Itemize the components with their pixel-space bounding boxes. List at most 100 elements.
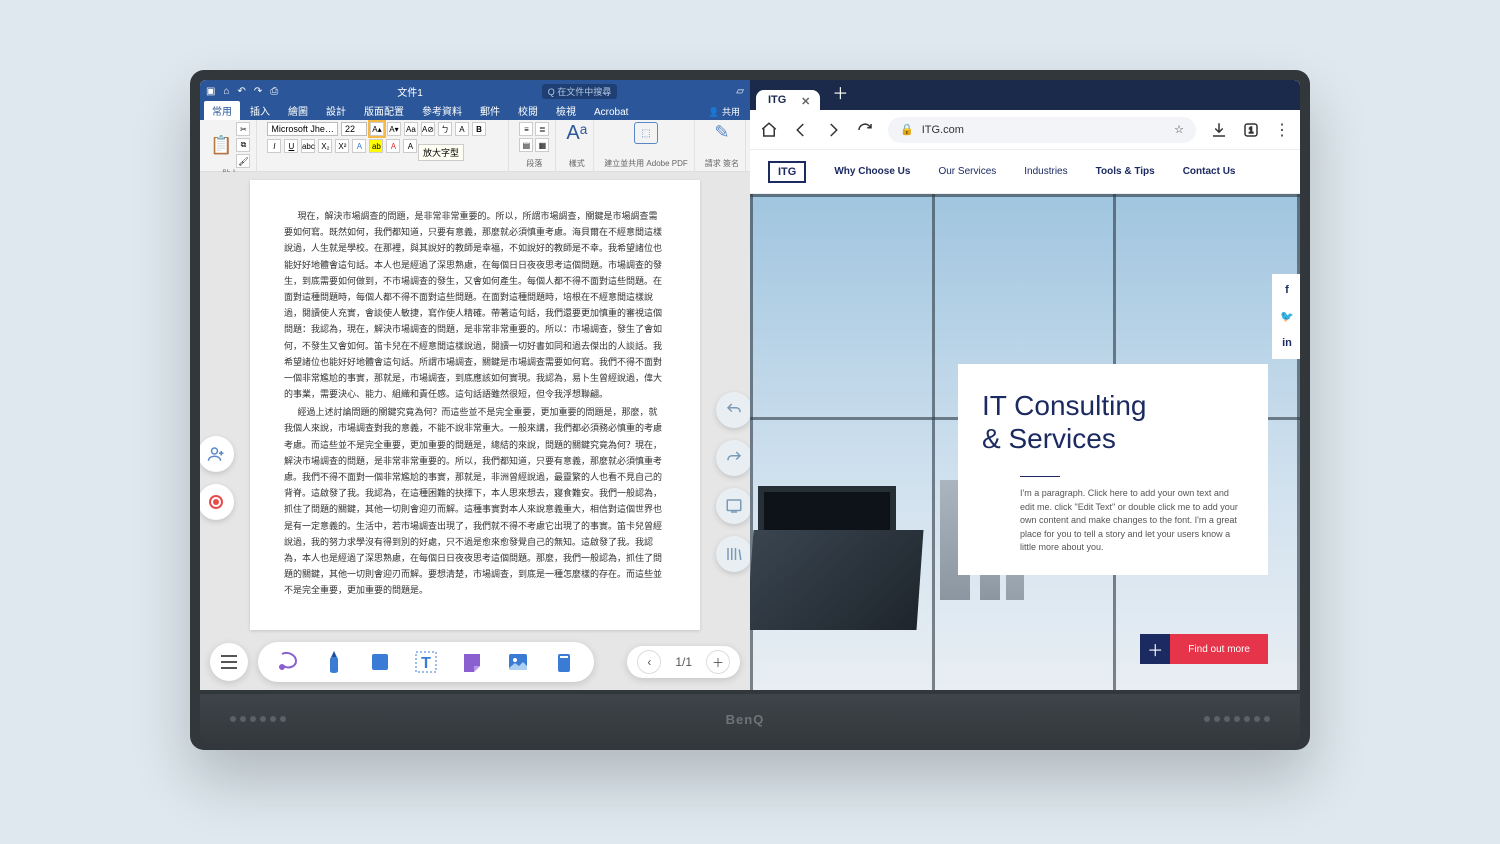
- document-canvas[interactable]: 現在，解決市場調查的問題，是非常非常重要的。所以，所謂市場調查，關鍵是市場調查需…: [200, 172, 750, 690]
- group-label: 段落: [526, 158, 542, 169]
- decrease-font-icon[interactable]: A▾: [387, 122, 401, 136]
- tab-view[interactable]: 檢視: [548, 101, 584, 120]
- share-button[interactable]: 👤 共用: [702, 103, 746, 120]
- bookmark-icon[interactable]: ☆: [1174, 123, 1184, 136]
- home-icon[interactable]: ⌂: [223, 86, 229, 97]
- nav-industries[interactable]: Industries: [1024, 166, 1067, 177]
- print-icon[interactable]: ⎙: [270, 86, 278, 97]
- underline-button[interactable]: U: [284, 139, 298, 153]
- tab-draw[interactable]: 繪圖: [280, 101, 316, 120]
- menu-button[interactable]: [210, 643, 248, 681]
- nav-services[interactable]: Our Services: [938, 166, 996, 177]
- tab-mailings[interactable]: 郵件: [472, 101, 508, 120]
- reload-icon[interactable]: [856, 121, 874, 139]
- char-shading-icon[interactable]: A: [403, 139, 417, 153]
- back-icon[interactable]: [792, 121, 810, 139]
- redo-icon[interactable]: ↷: [254, 86, 262, 97]
- sticky-tool[interactable]: [458, 648, 486, 676]
- text-tool[interactable]: T: [412, 648, 440, 676]
- browser-app: ITG✕ ＋ 🔒 ITG.com ☆ 1 ⋮ ITG Why Choose Us…: [750, 80, 1300, 690]
- redo-float-button[interactable]: [716, 440, 752, 476]
- page-prev-button[interactable]: ‹: [637, 650, 661, 674]
- italic-button[interactable]: I: [267, 139, 281, 153]
- nav-tools[interactable]: Tools & Tips: [1096, 166, 1155, 177]
- whiteboard-button[interactable]: [716, 488, 752, 524]
- close-tab-icon[interactable]: ✕: [801, 95, 810, 108]
- clear-format-icon[interactable]: A⊘: [421, 122, 435, 136]
- twitter-icon[interactable]: 🐦: [1280, 310, 1294, 323]
- record-button[interactable]: [200, 484, 234, 520]
- increase-font-icon[interactable]: A▴: [370, 122, 384, 136]
- browser-tab[interactable]: ITG✕: [756, 90, 820, 110]
- nav-why[interactable]: Why Choose Us: [834, 166, 910, 177]
- superscript-button[interactable]: X²: [335, 139, 349, 153]
- font-size-select[interactable]: 22: [341, 122, 367, 136]
- window-min-icon[interactable]: ▱: [736, 86, 744, 97]
- request-sign-icon[interactable]: ✎: [714, 122, 729, 143]
- bold-button[interactable]: B: [472, 122, 486, 136]
- apps-tool[interactable]: [550, 648, 578, 676]
- image-tool[interactable]: [504, 648, 532, 676]
- forward-icon[interactable]: [824, 121, 842, 139]
- site-logo[interactable]: ITG: [768, 161, 806, 183]
- url-field[interactable]: 🔒 ITG.com ☆: [888, 117, 1196, 143]
- lasso-tool[interactable]: [274, 648, 302, 676]
- add-user-button[interactable]: [200, 436, 234, 472]
- pager: ‹ 1/1 ＋: [627, 646, 740, 678]
- undo-float-button[interactable]: [716, 392, 752, 428]
- tab-design[interactable]: 設計: [318, 101, 354, 120]
- nav-contact[interactable]: Contact Us: [1183, 166, 1236, 177]
- copy-icon[interactable]: ⧉: [236, 138, 250, 152]
- highlight-icon[interactable]: ab: [369, 139, 383, 153]
- phonetic-icon[interactable]: ㄅ: [438, 122, 452, 136]
- address-bar: 🔒 ITG.com ☆ 1 ⋮: [750, 110, 1300, 150]
- font-color-icon[interactable]: A: [386, 139, 400, 153]
- ports-right: [1204, 716, 1270, 722]
- linkedin-icon[interactable]: in: [1282, 337, 1292, 349]
- tab-acrobat[interactable]: Acrobat: [586, 105, 636, 120]
- page-add-button[interactable]: ＋: [706, 650, 730, 674]
- styles-icon[interactable]: Aᵃ: [566, 122, 587, 145]
- numbering-icon[interactable]: ≣: [535, 122, 549, 136]
- adobe-pdf-icon[interactable]: ⬚: [634, 122, 658, 144]
- home-icon[interactable]: [760, 121, 778, 139]
- tab-insert[interactable]: 插入: [242, 101, 278, 120]
- screen: ▣ ⌂ ↶ ↷ ⎙ 文件1 Q 在文件中搜尋 ▱ 常用 插入 繪圖 設計 版面配…: [200, 80, 1300, 690]
- ports-left: [230, 716, 286, 722]
- tab-layout[interactable]: 版面配置: [356, 101, 412, 120]
- paste-icon[interactable]: 📋: [210, 135, 232, 156]
- change-case-icon[interactable]: Aa: [404, 122, 418, 136]
- group-adobe: ⬚ 建立並共用 Adobe PDF: [598, 120, 695, 171]
- strike-button[interactable]: abc: [301, 139, 315, 153]
- format-painter-icon[interactable]: 🖌: [236, 154, 250, 168]
- tab-review[interactable]: 校閱: [510, 101, 546, 120]
- tooltip: 放大字型: [418, 144, 464, 161]
- group-clipboard: 📋 ✂ ⧉ 🖌 貼上: [204, 120, 257, 171]
- border-char-icon[interactable]: A: [455, 122, 469, 136]
- group-label: 請求 簽名: [705, 158, 739, 169]
- tab-references[interactable]: 參考資料: [414, 101, 470, 120]
- tab-home[interactable]: 常用: [204, 101, 240, 120]
- undo-icon[interactable]: ↶: [238, 86, 246, 97]
- hero-section: f 🐦 in IT Consulting& Services I'm a par…: [750, 194, 1300, 690]
- extensions-icon[interactable]: 1: [1242, 121, 1260, 139]
- cta-findout-button[interactable]: Find out more: [1170, 634, 1268, 664]
- cut-icon[interactable]: ✂: [236, 122, 250, 136]
- facebook-icon[interactable]: f: [1285, 284, 1289, 296]
- shape-tool[interactable]: [366, 648, 394, 676]
- save-icon[interactable]: ▣: [206, 86, 215, 97]
- word-search[interactable]: Q 在文件中搜尋: [542, 84, 618, 99]
- bullets-icon[interactable]: ≡: [519, 122, 533, 136]
- bookshelf-button[interactable]: [716, 536, 752, 572]
- pen-tool[interactable]: [320, 648, 348, 676]
- new-tab-button[interactable]: ＋: [832, 80, 848, 104]
- font-name-select[interactable]: Microsoft Jhe…: [267, 122, 338, 136]
- subscript-button[interactable]: X₂: [318, 139, 332, 153]
- align-center-icon[interactable]: ▦: [535, 138, 549, 152]
- menu-dots-icon[interactable]: ⋮: [1274, 120, 1290, 140]
- cta-plus-button[interactable]: ＋: [1140, 634, 1170, 664]
- download-icon[interactable]: [1210, 121, 1228, 139]
- align-left-icon[interactable]: ▤: [519, 138, 533, 152]
- right-float-rail: [714, 392, 754, 572]
- text-effects-icon[interactable]: A: [352, 139, 366, 153]
